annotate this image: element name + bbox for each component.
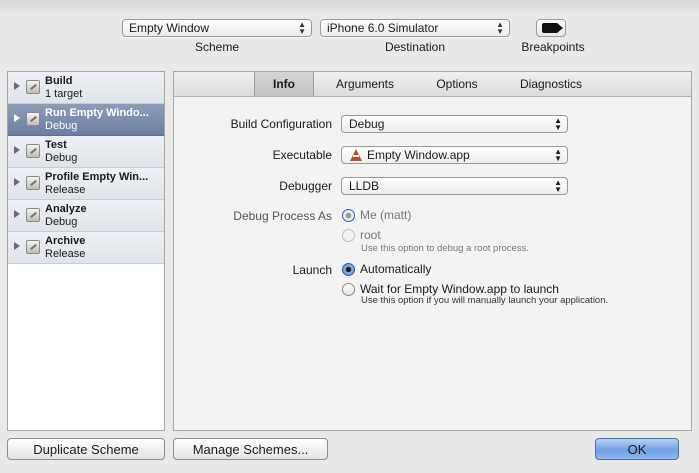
build-configuration-label: Build Configuration xyxy=(230,117,332,131)
launch-automatically-radio[interactable] xyxy=(342,263,355,276)
launch-label: Launch xyxy=(292,263,332,277)
debug-as-root-hint: Use this option to debug a root process. xyxy=(361,243,529,254)
tab-arguments[interactable]: Arguments xyxy=(324,72,406,96)
sidebar-item-archive[interactable]: Archive Release xyxy=(8,232,164,264)
test-action-icon xyxy=(26,144,40,158)
executable-popup[interactable]: Empty Window.app ▲ ▼ xyxy=(341,146,568,164)
breakpoint-icon xyxy=(542,23,563,33)
scheme-editor-panel: Info Arguments Options Diagnostics Build… xyxy=(173,71,692,431)
breakpoints-label: Breakpoints xyxy=(521,40,585,54)
profile-action-icon xyxy=(26,176,40,190)
launch-wait-hint: Use this option if you will manually lau… xyxy=(361,295,609,306)
tab-options[interactable]: Options xyxy=(424,72,490,96)
ok-button[interactable]: OK xyxy=(595,438,679,460)
debugger-value: LLDB xyxy=(349,179,380,193)
archive-action-icon xyxy=(26,240,40,254)
debug-as-root-label: root xyxy=(360,228,381,242)
sidebar-item-subtitle: Debug xyxy=(45,152,78,164)
tab-diagnostics[interactable]: Diagnostics xyxy=(509,72,593,96)
sidebar-item-title: Build xyxy=(45,75,73,87)
destination-label: Destination xyxy=(384,40,446,54)
sidebar-item-test[interactable]: Test Debug xyxy=(8,136,164,168)
popup-arrows-icon: ▲ ▼ xyxy=(554,116,562,132)
run-action-icon xyxy=(26,112,40,126)
build-configuration-popup[interactable]: Debug ▲ ▼ xyxy=(341,115,568,133)
build-configuration-value: Debug xyxy=(349,117,385,131)
sidebar-item-subtitle: 1 target xyxy=(45,88,83,100)
executable-label: Executable xyxy=(272,148,332,162)
disclosure-triangle-icon[interactable] xyxy=(14,242,20,250)
popup-arrows-icon: ▲ ▼ xyxy=(554,178,562,194)
destination-popup-value: iPhone 6.0 Simulator xyxy=(327,21,439,35)
duplicate-scheme-button[interactable]: Duplicate Scheme xyxy=(7,438,165,460)
debug-as-me-radio[interactable] xyxy=(342,209,355,222)
launch-wait-radio[interactable] xyxy=(342,283,355,296)
sidebar-item-title: Profile Empty Win... xyxy=(45,171,149,183)
popup-arrows-icon: ▲ ▼ xyxy=(496,20,504,36)
scheme-actions-sidebar: Build 1 target Run Empty Windo... Debug … xyxy=(7,71,165,431)
debug-process-as-label: Debug Process As xyxy=(233,209,332,223)
scheme-popup[interactable]: Empty Window ▲ ▼ xyxy=(122,19,312,37)
sidebar-item-subtitle: Release xyxy=(45,248,86,260)
scheme-label: Scheme xyxy=(194,40,240,54)
sidebar-item-subtitle: Release xyxy=(45,184,86,196)
analyze-action-icon xyxy=(26,208,40,222)
sidebar-item-build[interactable]: Build 1 target xyxy=(8,72,164,104)
debug-as-root-radio[interactable] xyxy=(342,229,355,242)
debugger-popup[interactable]: LLDB ▲ ▼ xyxy=(341,177,568,195)
debug-as-me-label: Me (matt) xyxy=(360,208,412,222)
sidebar-item-subtitle: Debug xyxy=(45,120,78,132)
disclosure-triangle-icon[interactable] xyxy=(14,178,20,186)
debugger-label: Debugger xyxy=(279,179,332,193)
background-window-strip xyxy=(0,0,699,12)
executable-value: Empty Window.app xyxy=(367,148,470,162)
disclosure-triangle-icon[interactable] xyxy=(14,146,20,154)
sidebar-item-title: Analyze xyxy=(45,203,87,215)
destination-popup[interactable]: iPhone 6.0 Simulator ▲ ▼ xyxy=(320,19,510,37)
popup-arrows-icon: ▲ ▼ xyxy=(298,20,306,36)
manage-schemes-button[interactable]: Manage Schemes... xyxy=(173,438,328,460)
breakpoints-button[interactable] xyxy=(536,19,566,37)
sidebar-item-profile[interactable]: Profile Empty Win... Release xyxy=(8,168,164,200)
tab-info[interactable]: Info xyxy=(254,72,314,96)
popup-arrows-icon: ▲ ▼ xyxy=(554,147,562,163)
sidebar-item-analyze[interactable]: Analyze Debug xyxy=(8,200,164,232)
sidebar-item-run[interactable]: Run Empty Windo... Debug xyxy=(8,104,164,136)
disclosure-triangle-icon[interactable] xyxy=(14,82,20,90)
scheme-popup-value: Empty Window xyxy=(129,21,210,35)
app-icon xyxy=(349,149,362,161)
launch-automatically-label: Automatically xyxy=(360,262,432,276)
disclosure-triangle-icon[interactable] xyxy=(14,114,20,122)
sidebar-item-title: Run Empty Windo... xyxy=(45,107,149,119)
sidebar-item-title: Archive xyxy=(45,235,86,247)
sidebar-item-title: Test xyxy=(45,139,67,151)
launch-wait-label: Wait for Empty Window.app to launch xyxy=(360,282,559,296)
disclosure-triangle-icon[interactable] xyxy=(14,210,20,218)
sidebar-item-subtitle: Debug xyxy=(45,216,78,228)
build-action-icon xyxy=(26,80,40,94)
